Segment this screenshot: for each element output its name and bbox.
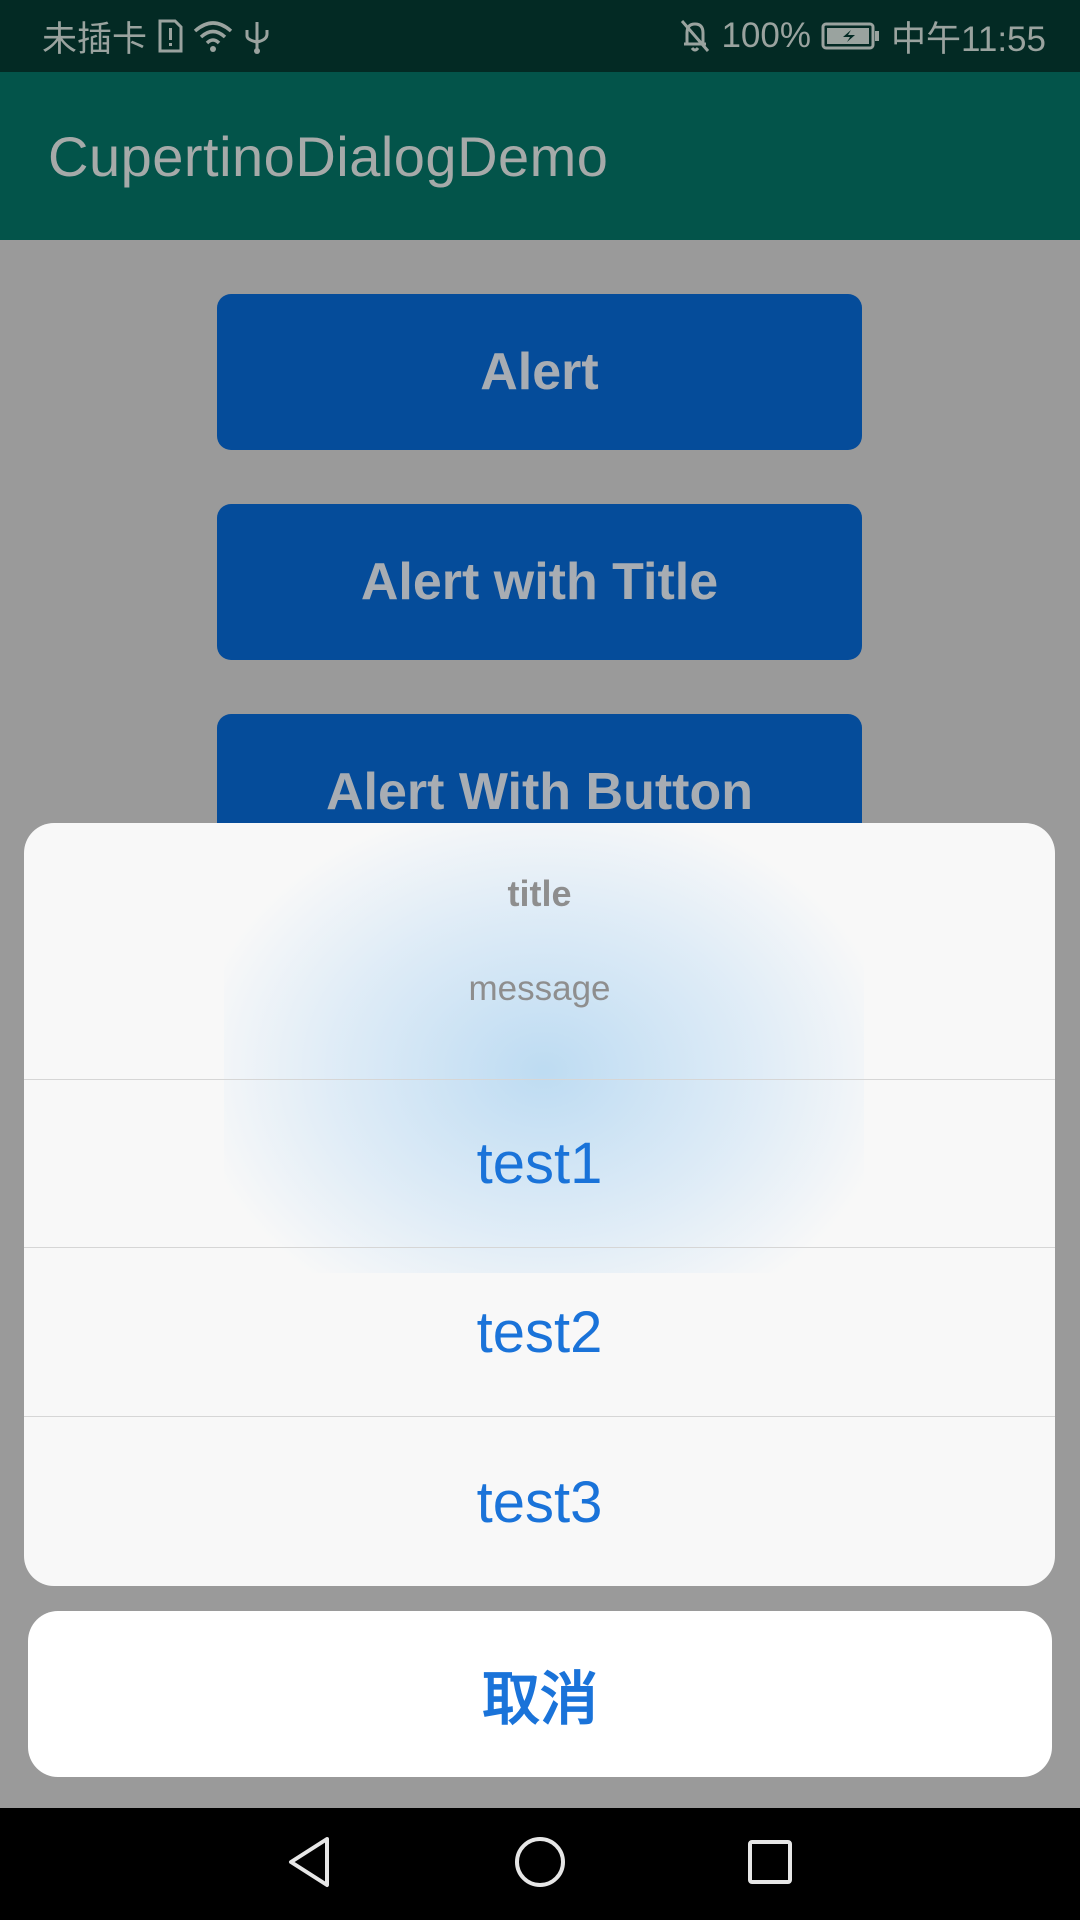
status-right: 100% 中午11:55 [679, 11, 1046, 62]
action-test1-button[interactable]: test1 [24, 1080, 1055, 1248]
action-sheet: title message test1 test2 test3 [24, 823, 1055, 1586]
alert-button[interactable]: Alert [217, 294, 862, 450]
page-title: CupertinoDialogDemo [48, 124, 609, 188]
usb-icon [243, 18, 271, 54]
home-button[interactable] [500, 1824, 580, 1904]
nav-bar [0, 1808, 1080, 1920]
app-bar: CupertinoDialogDemo [0, 72, 1080, 240]
action-sheet-message: message [468, 969, 611, 1008]
bell-off-icon [679, 18, 711, 54]
recents-icon [746, 1838, 794, 1891]
home-icon [513, 1835, 567, 1894]
action-sheet-title: title [507, 873, 572, 914]
carrier-text: 未插卡 [42, 19, 148, 59]
action-test2-button[interactable]: test2 [24, 1249, 1055, 1417]
clock-text: 中午11:55 [891, 19, 1046, 59]
sim-alert-icon [157, 19, 183, 53]
status-left: 未插卡 [42, 11, 271, 62]
wifi-icon [193, 19, 233, 53]
recents-button[interactable] [730, 1824, 810, 1904]
back-button[interactable] [270, 1824, 350, 1904]
alert-with-title-button[interactable]: Alert with Title [217, 504, 862, 660]
back-icon [285, 1835, 335, 1894]
action-sheet-header: title message [24, 823, 1055, 1080]
cancel-button[interactable]: 取消 [28, 1611, 1052, 1777]
battery-percent: 100% [721, 16, 811, 55]
battery-charging-icon [821, 21, 881, 51]
status-bar: 未插卡 100% 中午11:55 [0, 0, 1080, 72]
action-test3-button[interactable]: test3 [24, 1418, 1055, 1586]
